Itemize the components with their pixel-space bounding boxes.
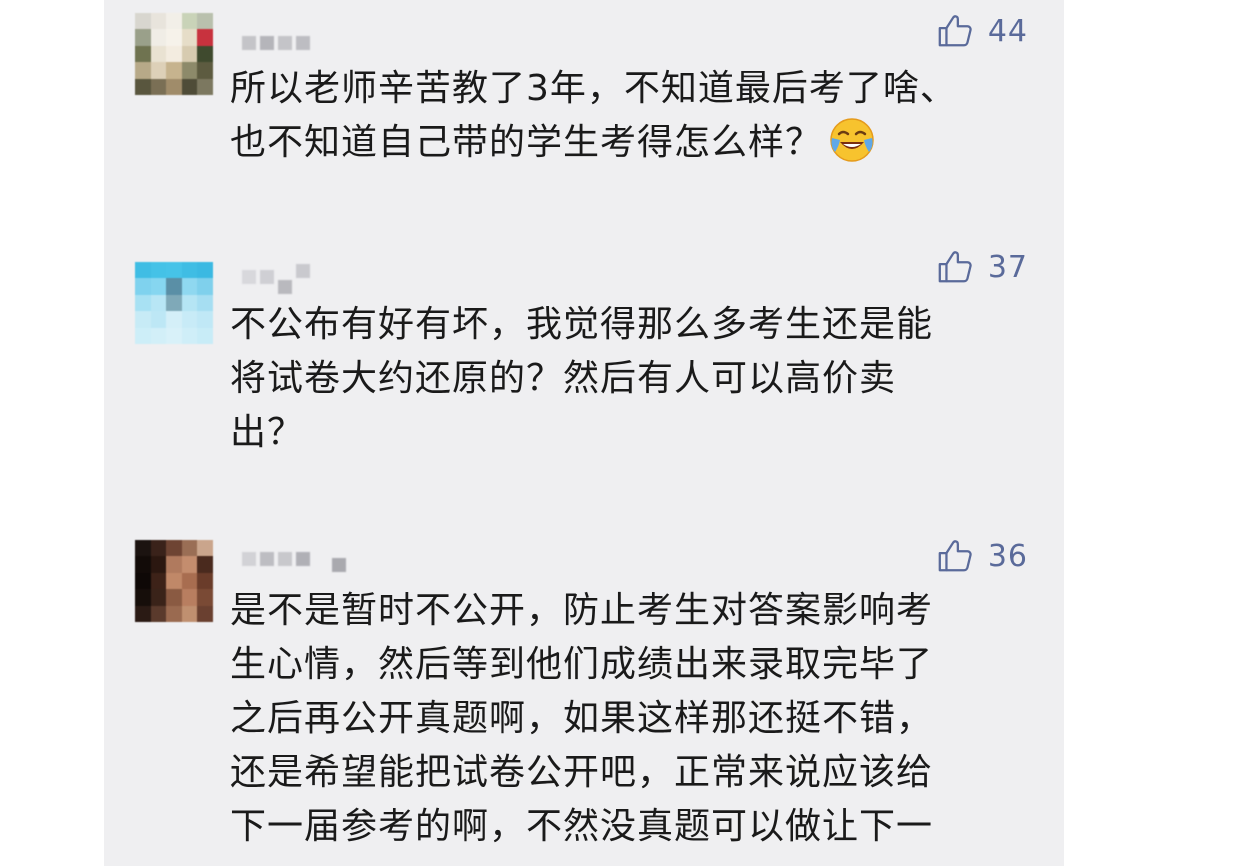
like-button[interactable]: 44 — [936, 12, 1028, 50]
comment-text: 不公布有好有坏，我觉得那么多考生还是能 将试卷大约还原的？然后有人可以高价卖 出… — [230, 304, 934, 453]
avatar[interactable] — [135, 262, 213, 344]
avatar[interactable] — [135, 540, 213, 622]
thumbs-up-icon — [938, 540, 972, 572]
comment-text: 是不是暂时不公开，防止考生对答案影响考 生心情，然后等到他们成绩出来录取完毕了 … — [230, 590, 934, 847]
like-count: 44 — [987, 13, 1028, 49]
thumbs-up-icon — [938, 251, 972, 283]
like-button[interactable]: 36 — [936, 537, 1028, 575]
username[interactable] — [242, 262, 310, 294]
like-count: 37 — [987, 249, 1028, 285]
username[interactable] — [242, 28, 310, 58]
like-count: 36 — [987, 538, 1028, 574]
like-button[interactable]: 37 — [936, 248, 1028, 286]
comment-text: 所以老师辛苦教了3年，不知道最后考了啥、 也不知道自己带的学生考得怎么样？ — [230, 68, 957, 163]
avatar[interactable] — [135, 13, 213, 95]
face-with-tears-of-joy-icon — [830, 118, 874, 162]
comment-list: 44 所以老师辛苦教了3年，不知道最后考了啥、 也不知道自己带的学生考得怎么样？ — [104, 0, 1064, 866]
thumbs-up-icon — [938, 15, 972, 47]
username[interactable] — [242, 544, 346, 574]
